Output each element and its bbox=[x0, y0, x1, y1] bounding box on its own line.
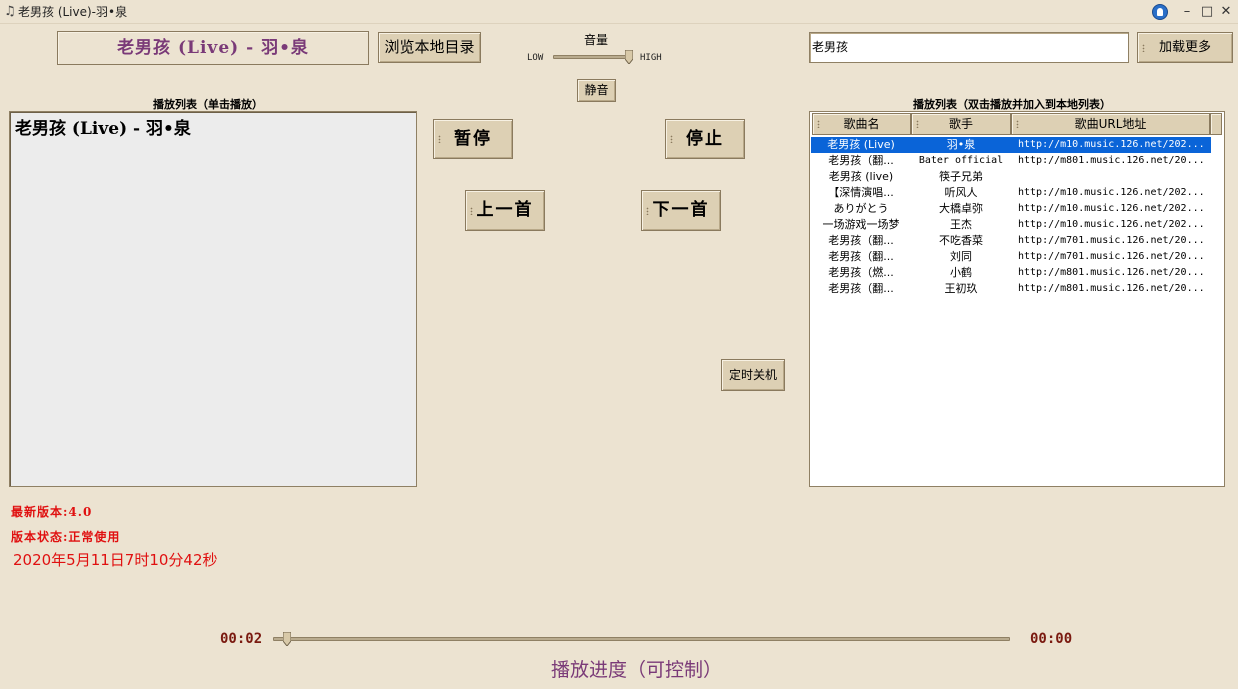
cell-song: 老男孩（翻... bbox=[828, 234, 894, 247]
table-row[interactable]: 老男孩 (live) 筷子兄弟 bbox=[811, 169, 1211, 185]
column-header-filler bbox=[1210, 113, 1222, 135]
column-header-song[interactable]: 歌曲名 bbox=[812, 113, 911, 135]
table-row[interactable]: 【深情演唱... 听风人 http://m10.music.126.net/202.… bbox=[811, 185, 1211, 201]
table-row[interactable]: ありがとう 大橋卓弥 http://m10.music.126.net/202... bbox=[811, 201, 1211, 217]
table-row[interactable]: 老男孩（翻... 王初玖 http://m801.music.126.net/20.… bbox=[811, 281, 1211, 297]
cell-artist: 小鹤 bbox=[950, 266, 972, 279]
next-label: 下一首 bbox=[652, 200, 710, 220]
cell-url: http://m10.music.126.net/202... bbox=[1018, 203, 1205, 214]
close-button[interactable]: ✕ bbox=[1217, 3, 1235, 21]
cell-song: 老男孩（翻... bbox=[828, 282, 894, 295]
window-title: 老男孩 (Live)-羽•泉 bbox=[18, 5, 128, 19]
column-header-artist-label: 歌手 bbox=[948, 117, 973, 131]
pause-label: 暂停 bbox=[454, 129, 492, 149]
latest-version-text: 最新版本:4.0 bbox=[11, 505, 93, 519]
cell-artist: 听风人 bbox=[944, 186, 978, 199]
cell-url: http://m801.music.126.net/20... bbox=[1018, 283, 1205, 294]
mute-button[interactable]: 静音 bbox=[577, 79, 616, 102]
stop-label: 停止 bbox=[686, 129, 724, 149]
progress-slider-track[interactable] bbox=[273, 637, 1010, 641]
maximize-button[interactable]: □ bbox=[1198, 3, 1216, 21]
cell-url: http://m801.music.126.net/20... bbox=[1018, 267, 1205, 278]
online-playlist-title: 播放列表（双击播放并加入到本地列表） bbox=[913, 98, 1111, 111]
cell-url: http://m701.music.126.net/20... bbox=[1018, 235, 1205, 246]
local-playlist-title: 播放列表（单击播放） bbox=[153, 98, 263, 111]
cell-artist: 不吃香菜 bbox=[939, 234, 983, 247]
volume-slider-track[interactable] bbox=[553, 55, 633, 59]
minimize-button[interactable]: – bbox=[1178, 3, 1196, 21]
table-row[interactable]: 老男孩（翻... Bater official http://m801.music.… bbox=[811, 153, 1211, 169]
cell-song: 【深情演唱... bbox=[828, 186, 894, 199]
table-row[interactable]: 老男孩（翻... 不吃香菜 http://m701.music.126.net/20… bbox=[811, 233, 1211, 249]
progress-slider-thumb[interactable] bbox=[283, 632, 291, 646]
cell-artist: 王杰 bbox=[950, 218, 972, 231]
cell-artist: Bater official bbox=[918, 155, 1004, 166]
cell-artist: 刘同 bbox=[950, 250, 972, 263]
datetime-text: 2020年5月11日7时10分42秒 bbox=[13, 551, 218, 569]
table-row[interactable]: 老男孩（翻... 刘同 http://m701.music.126.net/20..… bbox=[811, 249, 1211, 265]
total-time: 00:00 bbox=[1030, 631, 1073, 647]
previous-button[interactable]: 上一首 bbox=[465, 190, 545, 231]
cell-song: 老男孩 (Live) bbox=[827, 138, 895, 151]
search-input[interactable]: 老男孩 bbox=[809, 32, 1129, 63]
cell-artist: 大橋卓弥 bbox=[939, 202, 983, 215]
cell-song: 一场游戏一场梦 bbox=[822, 218, 900, 231]
cell-url: http://m10.music.126.net/202... bbox=[1018, 139, 1205, 150]
stop-button[interactable]: 停止 bbox=[665, 119, 745, 159]
column-header-artist[interactable]: 歌手 bbox=[911, 113, 1011, 135]
next-button[interactable]: 下一首 bbox=[641, 190, 721, 231]
local-playlist[interactable]: 老男孩 (Live) - 羽•泉 bbox=[9, 111, 417, 487]
version-status-text: 版本状态:正常使用 bbox=[11, 530, 121, 544]
now-playing-display: 老男孩 (Live) - 羽•泉 bbox=[57, 31, 369, 65]
cell-url bbox=[1018, 169, 1211, 185]
volume-label: 音量 bbox=[584, 33, 609, 47]
table-row[interactable]: 老男孩（燃... 小鹤 http://m801.music.126.net/20..… bbox=[811, 265, 1211, 281]
column-header-song-label: 歌曲名 bbox=[843, 117, 880, 131]
cell-artist: 筷子兄弟 bbox=[939, 170, 983, 183]
cell-song: 老男孩（翻... bbox=[828, 154, 894, 167]
cell-url: http://m801.music.126.net/20... bbox=[1018, 155, 1205, 166]
elapsed-time: 00:02 bbox=[220, 631, 263, 647]
load-more-label: 加载更多 bbox=[1158, 40, 1211, 55]
browse-local-button[interactable]: 浏览本地目录 bbox=[378, 32, 481, 63]
volume-slider-thumb[interactable] bbox=[625, 50, 633, 64]
cell-artist: 羽•泉 bbox=[946, 138, 976, 151]
cell-artist: 王初玖 bbox=[944, 282, 978, 295]
volume-low-label: LOW bbox=[527, 53, 544, 63]
cell-song: 老男孩（燃... bbox=[828, 266, 894, 279]
volume-high-label: HIGH bbox=[640, 53, 662, 63]
table-row[interactable]: 一场游戏一场梦 王杰 http://m10.music.126.net/202... bbox=[811, 217, 1211, 233]
previous-label: 上一首 bbox=[476, 200, 534, 220]
list-item[interactable]: 老男孩 (Live) - 羽•泉 bbox=[15, 114, 191, 139]
online-playlist-table[interactable]: 歌曲名 歌手 歌曲URL地址 老男孩 (Live) 羽•泉 http://m10.m… bbox=[809, 111, 1225, 487]
cell-url: http://m10.music.126.net/202... bbox=[1018, 219, 1205, 230]
shutdown-timer-button[interactable]: 定时关机 bbox=[721, 359, 785, 391]
pause-button[interactable]: 暂停 bbox=[433, 119, 513, 159]
music-note-icon: ♫ bbox=[4, 4, 16, 19]
title-bar bbox=[0, 0, 1238, 24]
cell-song: ありがとう bbox=[833, 202, 889, 215]
cell-url: http://m701.music.126.net/20... bbox=[1018, 251, 1205, 262]
app-logo-icon[interactable] bbox=[1152, 4, 1168, 20]
cell-song: 老男孩（翻... bbox=[828, 250, 894, 263]
column-header-url[interactable]: 歌曲URL地址 bbox=[1011, 113, 1210, 135]
column-header-url-label: 歌曲URL地址 bbox=[1074, 117, 1147, 131]
cell-song: 老男孩 (live) bbox=[828, 170, 894, 183]
load-more-button[interactable]: 加载更多 bbox=[1137, 32, 1233, 63]
progress-label: 播放进度（可控制） bbox=[551, 659, 723, 681]
cell-url: http://m10.music.126.net/202... bbox=[1018, 187, 1205, 198]
table-row[interactable]: 老男孩 (Live) 羽•泉 http://m10.music.126.net/20… bbox=[811, 137, 1211, 153]
